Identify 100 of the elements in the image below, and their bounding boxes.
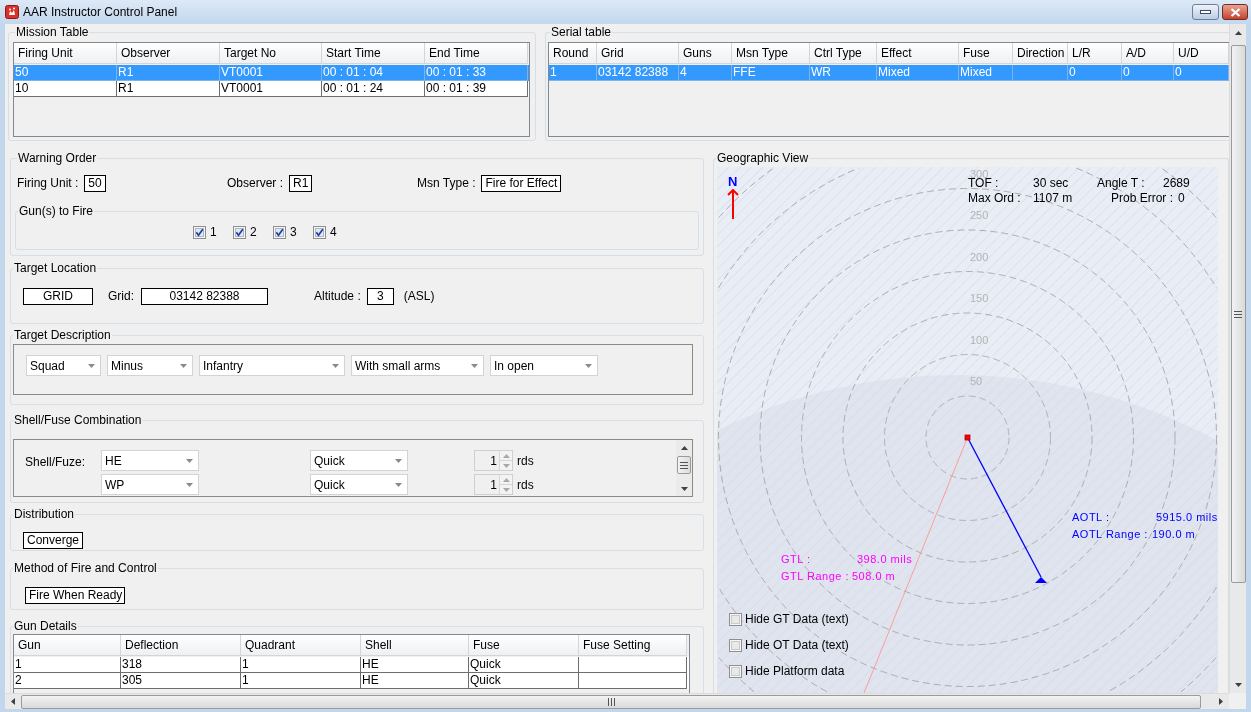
table-cell: 00 : 01 : 39 [425, 81, 528, 97]
dropdown[interactable]: Squad [26, 355, 101, 376]
caret-down-icon [180, 363, 187, 368]
column-header[interactable]: Gun [14, 635, 121, 656]
column-header[interactable]: Grid [597, 43, 679, 64]
checkbox[interactable] [729, 612, 742, 626]
value-field: 3 [366, 287, 394, 305]
north-arrow-icon [727, 189, 739, 219]
stat-label: Angle T : [1097, 176, 1145, 190]
column-header[interactable]: L/R [1068, 43, 1122, 64]
checkbox-label[interactable]: 4 [330, 225, 337, 239]
group-title: Target Location [13, 261, 98, 275]
checkbox-label[interactable]: 3 [290, 225, 297, 239]
aotl-label: AOTL : [1072, 511, 1110, 524]
checkbox-label[interactable]: Hide OT Data (text) [745, 638, 849, 652]
column-header[interactable]: Round [549, 43, 597, 64]
group-title: Serial table [550, 25, 613, 39]
ring-label: 50 [970, 375, 983, 387]
column-header[interactable]: A/D [1122, 43, 1174, 64]
dropdown[interactable]: WP [101, 474, 199, 495]
column-header[interactable]: Msn Type [732, 43, 810, 64]
field-label: Shell/Fuze: [25, 454, 87, 471]
checkbox[interactable] [273, 225, 286, 239]
column-header[interactable]: Fuse [469, 635, 579, 656]
aotl-value: 190.0 m [1152, 528, 1196, 541]
column-header[interactable]: End Time [425, 43, 528, 64]
table-cell [1013, 65, 1068, 81]
column-header[interactable]: U/D [1174, 43, 1229, 64]
column-header[interactable]: Ctrl Type [810, 43, 877, 64]
field-label: Msn Type : [417, 175, 476, 192]
checkbox-label[interactable]: 1 [210, 225, 217, 239]
caret-down-icon [395, 482, 402, 487]
column-header[interactable]: Observer [117, 43, 220, 64]
gtl-value: 508.0 m [852, 570, 896, 583]
column-header[interactable]: Quadrant [241, 635, 361, 656]
dropdown[interactable]: Quick [310, 450, 408, 471]
table-cell: Mixed [877, 65, 959, 81]
table-cell: WR [810, 65, 877, 81]
column-header[interactable]: Start Time [322, 43, 425, 64]
caret-down-icon [502, 463, 510, 468]
caret-up-icon [502, 453, 510, 458]
grip-lines-icon [1234, 310, 1242, 318]
column-header[interactable]: Shell [361, 635, 469, 656]
caret-down-icon [88, 363, 95, 368]
scrollbar-thumb[interactable] [677, 456, 691, 474]
gtl-value: 398.0 mils [857, 553, 913, 566]
field-label: (ASL) [403, 288, 435, 305]
value-field: Fire for Effect [481, 174, 562, 192]
checkbox[interactable] [313, 225, 326, 239]
group-title: Distribution [13, 507, 76, 521]
column-header[interactable]: Target No [220, 43, 322, 64]
checkbox[interactable] [233, 225, 246, 239]
column-header[interactable]: Effect [877, 43, 959, 64]
table-cell: Quick [469, 673, 579, 689]
dropdown[interactable]: With small arms [351, 355, 484, 376]
dropdown[interactable]: Quick [310, 474, 408, 495]
vertical-scrollbar[interactable] [1229, 24, 1246, 693]
table-cell: 305 [121, 673, 241, 689]
checkbox-label[interactable]: Hide GT Data (text) [745, 612, 849, 626]
dropdown[interactable]: Minus [107, 355, 193, 376]
dropdown[interactable]: HE [101, 450, 199, 471]
table-cell: 10 [14, 81, 117, 97]
table-row[interactable]: 1 318 1 HE Quick [14, 657, 689, 673]
table-cell: Mixed [959, 65, 1013, 81]
table-cell: 00 : 01 : 24 [322, 81, 425, 97]
vertical-scrollbar[interactable] [676, 440, 692, 496]
grip-lines-icon [607, 697, 615, 706]
table-cell: FFE [732, 65, 810, 81]
value-field: GRID [23, 287, 93, 305]
column-header[interactable]: Fuse Setting [579, 635, 687, 656]
group-title: Target Description [13, 328, 112, 342]
checkbox[interactable] [193, 225, 206, 239]
checkbox[interactable] [729, 638, 742, 652]
scrollbar-corner [1229, 693, 1246, 709]
scrollbar-thumb[interactable] [1230, 45, 1246, 583]
ring-label: 200 [970, 251, 989, 263]
gtl-label: GTL Range : [781, 570, 850, 583]
checkbox-label[interactable]: 2 [250, 225, 257, 239]
column-header[interactable]: Firing Unit [14, 43, 117, 64]
column-header[interactable]: Guns [679, 43, 732, 64]
column-header[interactable]: Fuse [959, 43, 1013, 64]
caret-right-icon [1219, 698, 1223, 705]
ring-label: 250 [970, 209, 989, 221]
group-title: Shell/Fuse Combination [13, 413, 143, 427]
minimize-button[interactable] [1192, 4, 1219, 20]
close-button[interactable] [1222, 4, 1248, 20]
table-row[interactable]: 2 305 1 HE Quick [14, 673, 689, 689]
column-header[interactable]: Direction [1013, 43, 1068, 64]
table-cell: 0 [1122, 65, 1174, 81]
caret-down-icon [1234, 682, 1242, 687]
dropdown[interactable]: In open [490, 355, 598, 376]
group-title: Geographic View [716, 152, 810, 165]
checkbox-label[interactable]: Hide Platform data [745, 664, 845, 678]
caret-down-icon [186, 482, 193, 487]
caret-up-icon [680, 445, 688, 450]
column-header[interactable]: Deflection [121, 635, 241, 656]
table-row[interactable]: 10 R1 VT0001 00 : 01 : 24 00 : 01 : 39 [14, 81, 529, 97]
stat-value: 30 sec [1033, 176, 1069, 190]
dropdown[interactable]: Infantry [199, 355, 345, 376]
checkbox[interactable] [729, 664, 742, 678]
